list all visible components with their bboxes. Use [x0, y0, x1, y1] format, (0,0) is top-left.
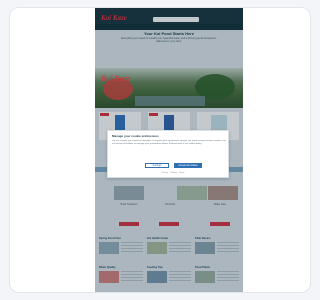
cookie-dialog-links[interactable]: Privacy · Cookies · Terms: [138, 172, 208, 175]
preview-card: Koi Kaze Your Koi Pond Starts Here Every…: [9, 7, 311, 293]
accept-cookies-button[interactable]: Accept all cookies: [174, 163, 202, 168]
cookie-dialog-title: Manage your cookie preferences: [112, 134, 159, 138]
cookie-dialog-text: We use cookies and similar technologies …: [112, 140, 226, 145]
cookie-consent-dialog: Manage your cookie preferences We use co…: [107, 130, 229, 178]
cookie-settings-button[interactable]: Settings: [145, 163, 169, 168]
